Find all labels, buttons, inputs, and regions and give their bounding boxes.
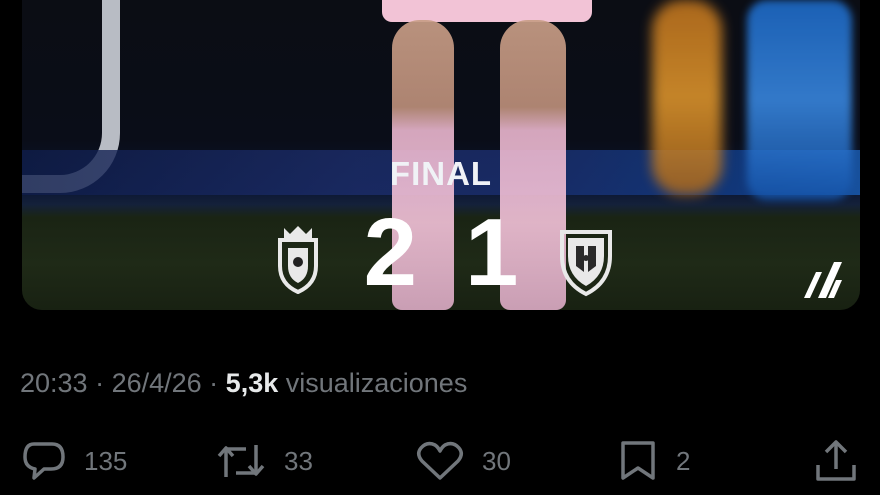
heart-icon	[417, 441, 463, 480]
bookmark-count: 2	[676, 445, 691, 476]
repost-count: 33	[284, 445, 313, 476]
repost-icon	[217, 445, 265, 477]
meta-separator: ·	[87, 368, 112, 398]
views-label[interactable]: visualizaciones	[278, 368, 468, 398]
away-score: 1	[465, 199, 519, 306]
share-button[interactable]	[814, 436, 858, 486]
like-button[interactable]: 30	[416, 436, 511, 486]
post-action-bar: 135 33 30 2	[0, 436, 880, 486]
post-date[interactable]: 26/4/26	[112, 368, 202, 398]
meta-separator: ·	[201, 368, 226, 398]
match-result-image[interactable]: FINAL 21	[22, 0, 860, 310]
reply-count: 135	[84, 445, 128, 476]
post-metadata: 20:33 · 26/4/26 · 5,3k visualizaciones	[20, 368, 467, 399]
bookmark-icon	[621, 441, 655, 480]
reply-button[interactable]: 135	[22, 436, 127, 486]
reply-icon	[23, 442, 65, 480]
home-score: 2	[363, 199, 417, 306]
repost-button[interactable]: 33	[216, 436, 313, 486]
bookmark-button[interactable]: 2	[618, 436, 690, 486]
scoreline: 21	[22, 205, 860, 301]
post-time[interactable]: 20:33	[20, 368, 88, 398]
player-shorts	[382, 0, 592, 22]
like-count: 30	[482, 445, 511, 476]
post-view: FINAL 21 20:33 · 26/4/26 · 5,3k visualiz…	[0, 0, 880, 495]
match-status-label: FINAL	[389, 155, 493, 192]
share-icon	[816, 440, 856, 481]
views-count[interactable]: 5,3k	[226, 368, 279, 398]
laliga-logo-icon	[804, 262, 842, 298]
sevilla-crest-icon	[560, 230, 612, 297]
